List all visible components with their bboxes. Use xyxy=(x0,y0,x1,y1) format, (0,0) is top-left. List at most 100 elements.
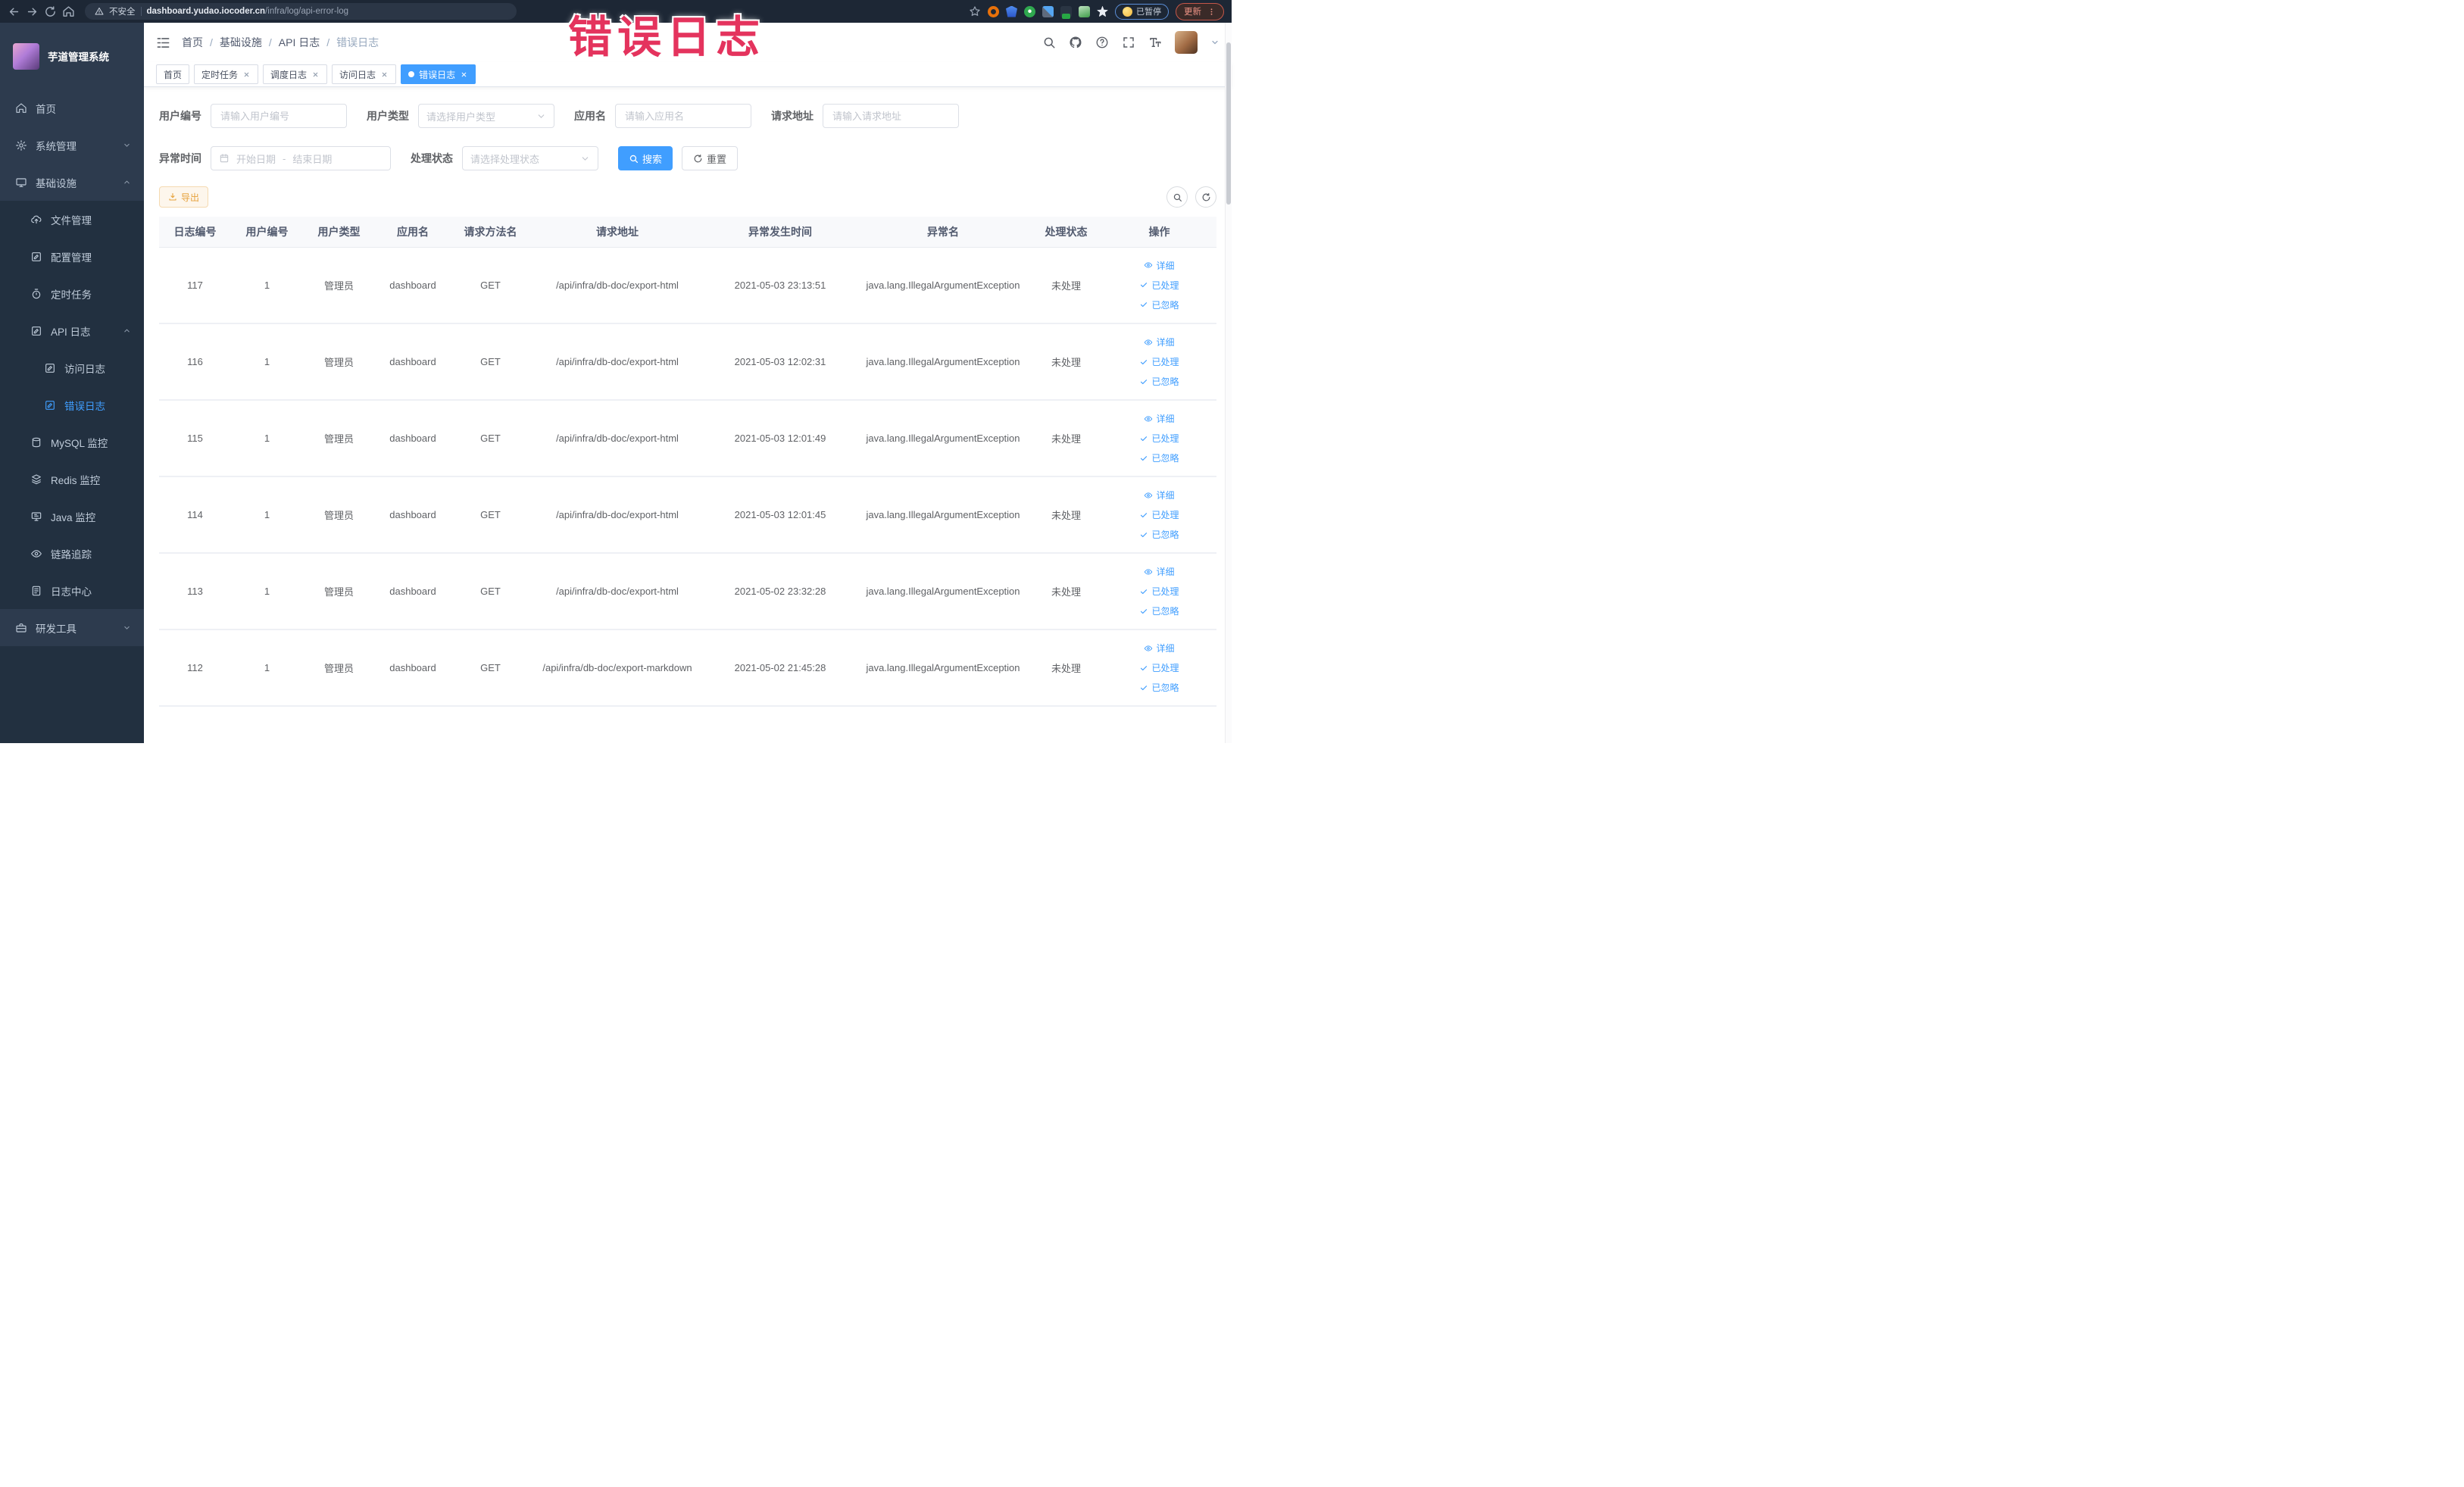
tab-schedule-log[interactable]: 调度日志 xyxy=(263,64,328,84)
action-ignored-link[interactable]: 已忽略 xyxy=(1105,295,1213,314)
address-bar[interactable]: 不安全 dashboard.yudao.iocoder.cn/infra/log… xyxy=(85,3,517,20)
app-name-label: 应用名 xyxy=(574,110,606,122)
cell-method: GET xyxy=(451,400,530,477)
scrollbar-thumb[interactable] xyxy=(1226,42,1231,205)
reload-icon[interactable] xyxy=(44,5,57,18)
action-detail-link[interactable]: 详细 xyxy=(1105,639,1213,658)
back-icon[interactable] xyxy=(8,5,20,18)
filter-row-2: 异常时间 开始日期 - 结束日期 处理状态 请选择处理状态 搜索 重置 xyxy=(159,146,1216,170)
sidebar-item-mysql-monitor[interactable]: MySQL 监控 xyxy=(0,423,144,461)
tab-timed-task[interactable]: 定时任务 xyxy=(194,64,259,84)
action-detail-link[interactable]: 详细 xyxy=(1105,333,1213,352)
reset-button[interactable]: 重置 xyxy=(682,146,739,170)
tab-home[interactable]: 首页 xyxy=(156,64,190,84)
sidebar-item-redis-monitor[interactable]: Redis 监控 xyxy=(0,461,144,498)
extension-icon-6[interactable] xyxy=(1079,5,1090,17)
browser-update-button[interactable]: 更新 xyxy=(1176,2,1224,20)
action-ignored-link[interactable]: 已忽略 xyxy=(1105,601,1213,621)
fullscreen-icon[interactable] xyxy=(1122,36,1135,49)
action-processed-link[interactable]: 已处理 xyxy=(1105,275,1213,295)
action-ignored-link[interactable]: 已忽略 xyxy=(1105,525,1213,545)
sidebar-item-home[interactable]: 首页 xyxy=(0,89,144,127)
sidebar-item-error-log[interactable]: 错误日志 xyxy=(0,386,144,423)
sidebar-item-infrastructure[interactable]: 基础设施 xyxy=(0,164,144,201)
sidebar-item-config-management[interactable]: 配置管理 xyxy=(0,238,144,275)
sidebar-item-dev-tools[interactable]: 研发工具 xyxy=(0,609,144,646)
close-icon[interactable] xyxy=(242,70,251,79)
cell-actions: 详细 已处理 已忽略 xyxy=(1102,476,1216,554)
browser-home-icon[interactable] xyxy=(62,5,75,18)
close-icon[interactable] xyxy=(311,70,320,79)
paused-extension-chip[interactable]: 已暂停 xyxy=(1115,3,1169,20)
action-processed-link[interactable]: 已处理 xyxy=(1105,505,1213,525)
sidebar-item-system-management[interactable]: 系统管理 xyxy=(0,127,144,164)
date-start-placeholder: 开始日期 xyxy=(236,153,276,165)
extension-icon-2[interactable] xyxy=(1006,5,1017,17)
sidebar-item-java-monitor[interactable]: Java 监控 xyxy=(0,498,144,535)
cell-user-type: 管理员 xyxy=(303,400,375,477)
extension-icon-1[interactable] xyxy=(988,5,999,17)
action-ignored-link[interactable]: 已忽略 xyxy=(1105,448,1213,468)
extensions-area: 已暂停 更新 xyxy=(969,2,1224,20)
user-avatar[interactable] xyxy=(1175,31,1198,54)
action-processed-link[interactable]: 已处理 xyxy=(1105,429,1213,448)
search-button[interactable]: 搜索 xyxy=(618,146,673,170)
app-name-input[interactable] xyxy=(615,104,751,128)
process-status-select[interactable]: 请选择处理状态 xyxy=(462,146,598,170)
chevron-down-icon[interactable] xyxy=(1210,38,1220,47)
export-button[interactable]: 导出 xyxy=(159,186,209,208)
extension-icon-4[interactable] xyxy=(1042,5,1054,17)
cell-request-url: /api/infra/db-doc/export-markdown xyxy=(530,629,704,707)
user-type-label: 用户类型 xyxy=(367,110,409,122)
github-icon[interactable] xyxy=(1069,36,1082,49)
sidebar-item-api-log[interactable]: API 日志 xyxy=(0,312,144,349)
col-status: 处理状态 xyxy=(1030,217,1102,248)
close-icon[interactable] xyxy=(380,70,389,79)
sidebar-item-file-management[interactable]: 文件管理 xyxy=(0,201,144,238)
sidebar-item-timed-task[interactable]: 定时任务 xyxy=(0,275,144,312)
action-ignored-link[interactable]: 已忽略 xyxy=(1105,372,1213,392)
cell-actions: 详细 已处理 已忽略 xyxy=(1102,400,1216,477)
cell-request-url: /api/infra/db-doc/export-html xyxy=(530,476,704,554)
sidebar-item-log-center[interactable]: 日志中心 xyxy=(0,572,144,609)
action-processed-link[interactable]: 已处理 xyxy=(1105,658,1213,678)
action-processed-link[interactable]: 已处理 xyxy=(1105,352,1213,372)
action-processed-link[interactable]: 已处理 xyxy=(1105,582,1213,601)
user-id-input[interactable] xyxy=(211,104,347,128)
extension-icon-3[interactable] xyxy=(1024,5,1035,17)
refresh-table-button[interactable] xyxy=(1195,186,1216,208)
exception-time-range-picker[interactable]: 开始日期 - 结束日期 xyxy=(211,146,391,170)
request-url-label: 请求地址 xyxy=(771,110,814,122)
hamburger-icon[interactable] xyxy=(156,36,170,50)
sidebar-item-access-log[interactable]: 访问日志 xyxy=(0,349,144,386)
bookmark-star-icon[interactable] xyxy=(969,5,981,17)
request-url-input[interactable] xyxy=(823,104,959,128)
action-detail-link[interactable]: 详细 xyxy=(1105,486,1213,505)
action-detail-link[interactable]: 详细 xyxy=(1105,562,1213,582)
extension-icon-7[interactable] xyxy=(1097,5,1108,17)
close-icon[interactable] xyxy=(460,70,468,79)
forward-icon[interactable] xyxy=(26,5,39,18)
cell-error-time: 2021-05-03 12:01:49 xyxy=(704,400,856,477)
action-detail-link[interactable]: 详细 xyxy=(1105,409,1213,429)
breadcrumb-item[interactable]: API 日志 xyxy=(279,35,320,50)
sidebar-item-trace[interactable]: 链路追踪 xyxy=(0,535,144,572)
breadcrumb-item[interactable]: 基础设施 xyxy=(220,35,262,50)
page-scrollbar[interactable] xyxy=(1225,23,1232,743)
app-logo-row[interactable]: 芋道管理系统 xyxy=(0,23,144,89)
download-icon xyxy=(168,192,177,201)
cell-request-url: /api/infra/db-doc/export-html xyxy=(530,553,704,630)
tab-access-log[interactable]: 访问日志 xyxy=(332,64,397,84)
user-type-select[interactable]: 请选择用户类型 xyxy=(418,104,554,128)
action-ignored-link[interactable]: 已忽略 xyxy=(1105,678,1213,698)
access-log-icon xyxy=(44,362,56,374)
help-icon[interactable] xyxy=(1095,36,1109,49)
extension-icon-5[interactable] xyxy=(1060,5,1072,19)
search-icon[interactable] xyxy=(1042,36,1056,49)
breadcrumb-item[interactable]: 首页 xyxy=(182,35,203,50)
action-detail-link[interactable]: 详细 xyxy=(1105,255,1213,275)
hide-search-button[interactable] xyxy=(1166,186,1188,208)
tab-error-log[interactable]: 错误日志 xyxy=(401,64,476,84)
menu-kebab-icon[interactable] xyxy=(1207,8,1216,16)
font-size-icon[interactable] xyxy=(1148,36,1162,49)
